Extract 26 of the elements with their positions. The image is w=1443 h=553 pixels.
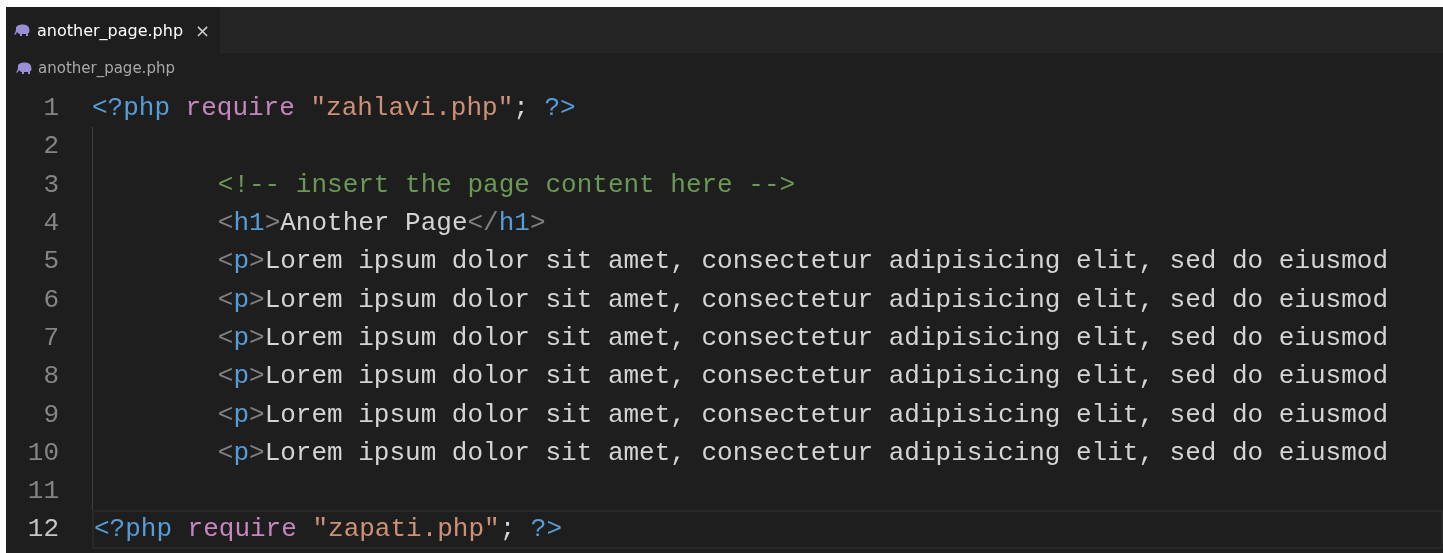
elephant-icon [14, 24, 31, 36]
close-icon[interactable]: × [195, 19, 211, 41]
line-number: 3 [42, 169, 60, 200]
line-number: 6 [42, 284, 60, 315]
code-line: <p>Lorem ipsum dolor sit amet, consectetur adipisicing elit, sed do eiusmod [92, 357, 1443, 396]
code-line: <h1>Another Page</h1> [92, 203, 1443, 243]
line-number: 11 [26, 476, 60, 507]
code-line: <!-- insert the page content here --> [92, 165, 1443, 204]
code-line: <p>Lorem ipsum dolor sit amet, consectetur adipisicing elit, sed do eiusmod [92, 242, 1443, 281]
code-line: <p>Lorem ipsum dolor sit amet, consectetur adipisicing elit, sed do eiusmod [92, 318, 1443, 358]
file-tab[interactable]: another_page.php × [6, 7, 221, 53]
line-number: 2 [42, 131, 60, 162]
code-line: <p>Lorem ipsum dolor sit amet, consectetur adipisicing elit, sed do eiusmod [92, 395, 1443, 434]
elephant-icon [16, 62, 33, 74]
line-number: 12 [26, 514, 60, 545]
line-number: 9 [42, 399, 60, 430]
line-number: 5 [42, 246, 60, 277]
line-number: 10 [26, 437, 60, 468]
line-number: 7 [42, 322, 60, 353]
code-line: <?php require "zahlavi.php"; ?> [92, 92, 577, 126]
breadcrumb-file[interactable]: another_page.php [38, 59, 175, 77]
code-line: <p>Lorem ipsum dolor sit amet, consectetur adipisicing elit, sed do eiusmod [92, 433, 1443, 472]
line-number: 8 [42, 361, 60, 392]
code-line: <p>Lorem ipsum dolor sit amet, consectetur adipisicing elit, sed do eiusmod [92, 280, 1443, 319]
line-number: 4 [42, 208, 60, 239]
line-number: 1 [42, 93, 60, 124]
